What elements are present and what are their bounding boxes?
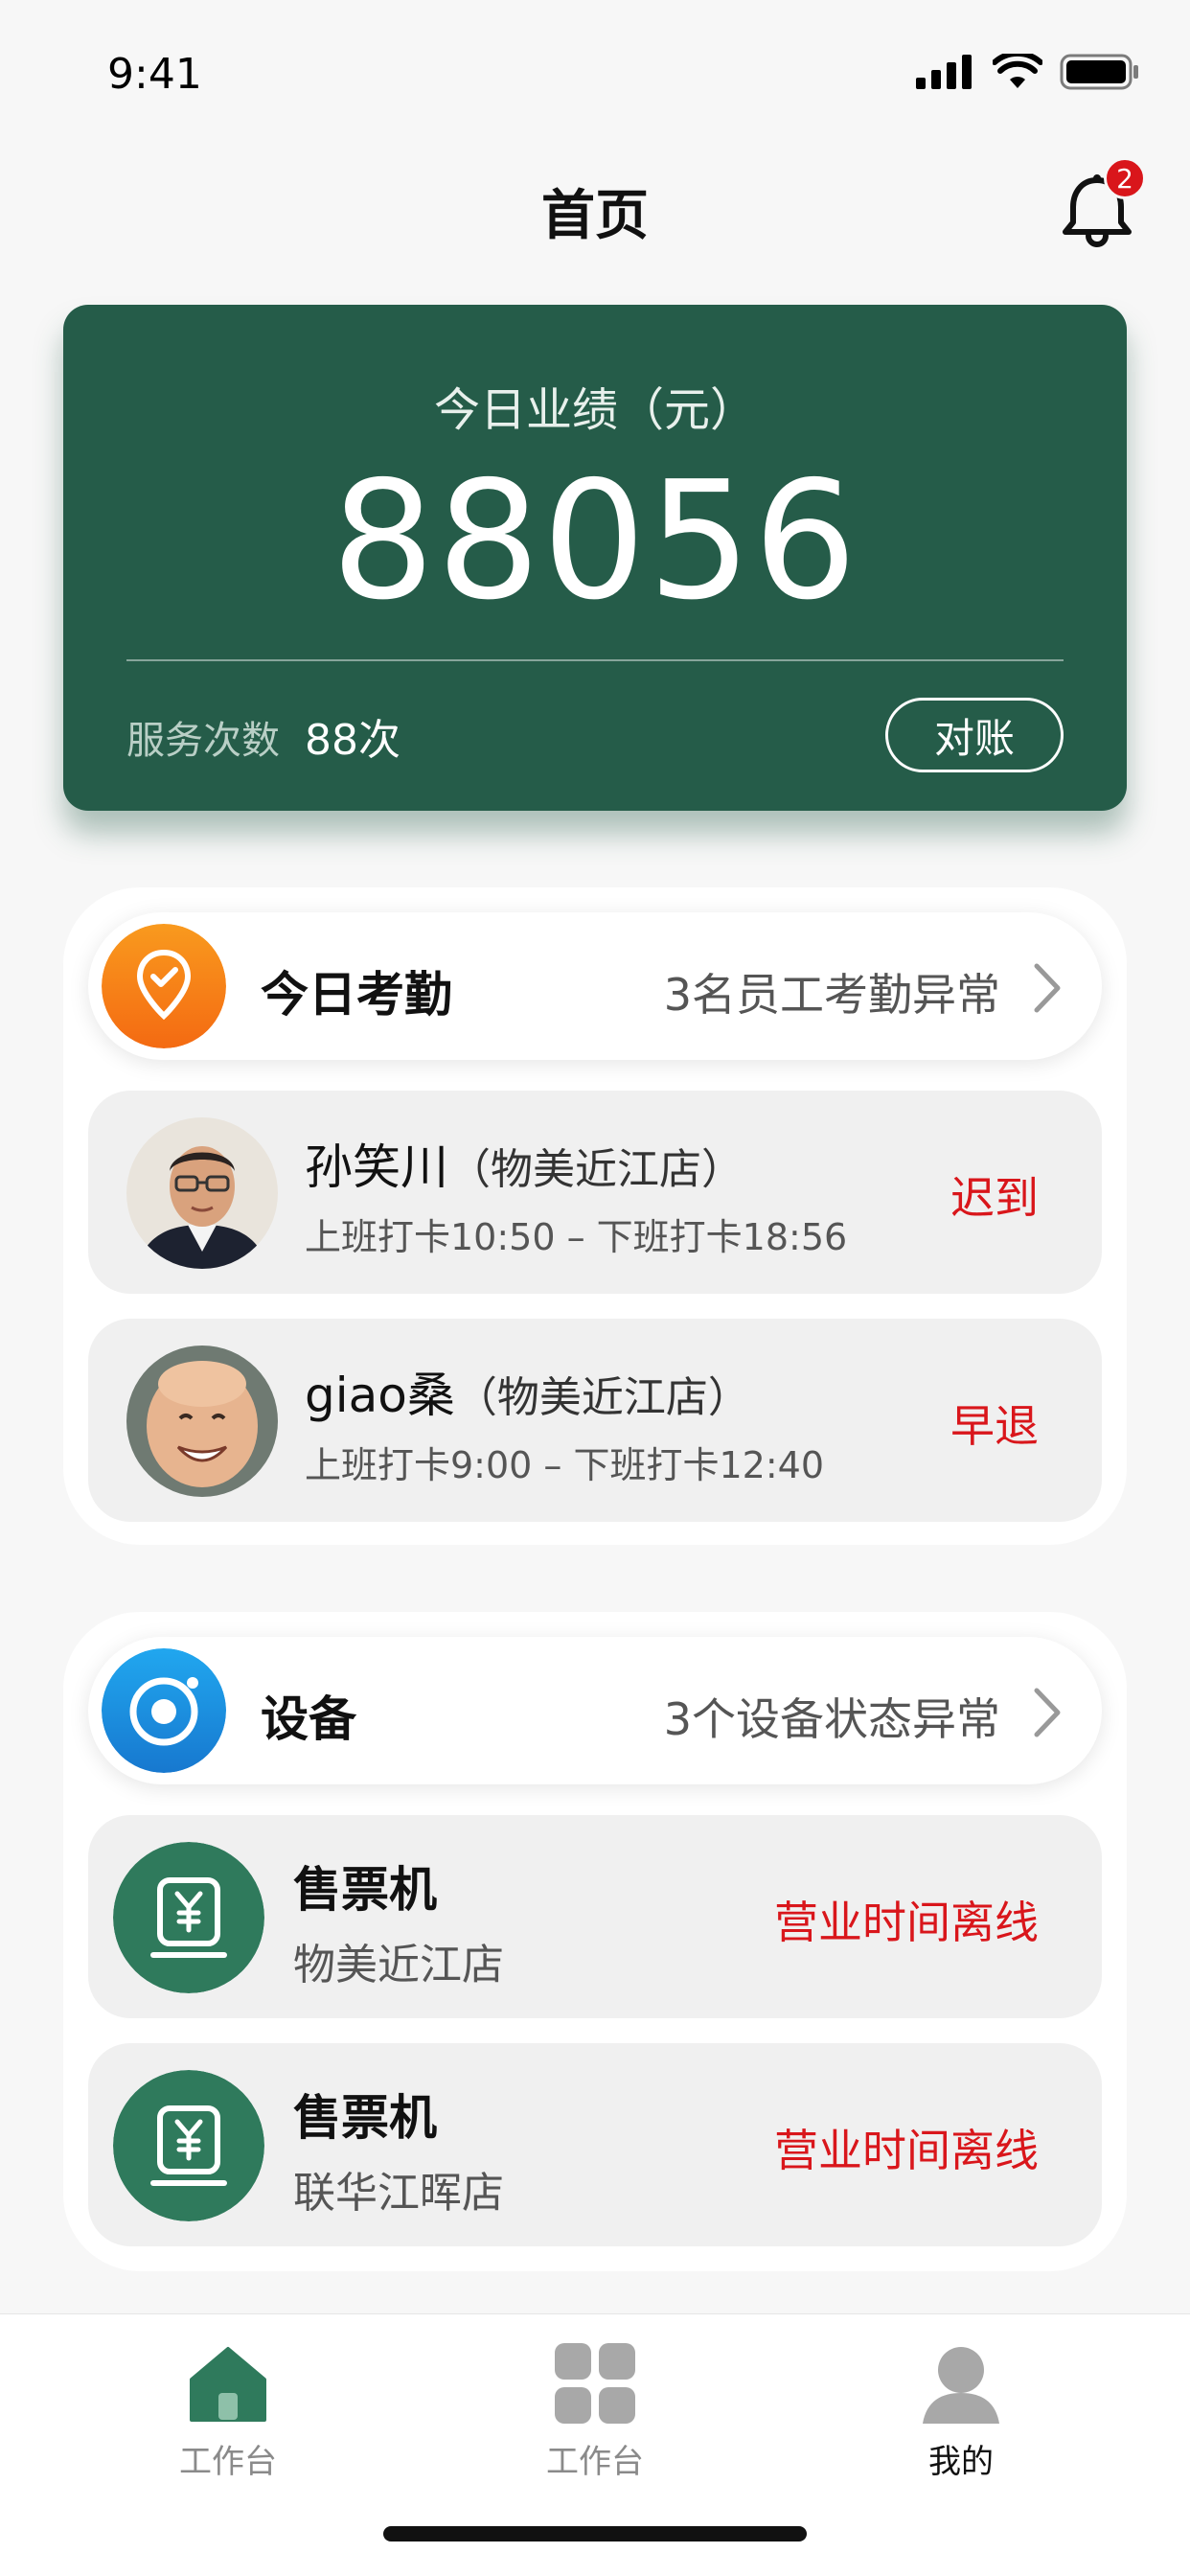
chevron-right-icon: [1034, 1688, 1061, 1737]
ticket-machine-icon: [113, 1842, 264, 1993]
device-store: 联华江晖店: [293, 2169, 504, 2218]
device-status: 营业时间离线: [774, 2125, 1039, 2176]
attendance-section: 今日考勤 3名员工考勤异常 孙笑川（物美近江店） 上班打卡10:50 – 下班打…: [63, 887, 1127, 1545]
person-icon: [923, 2347, 999, 2424]
attendance-status: 早退: [950, 1400, 1039, 1452]
avatar: [126, 1117, 278, 1269]
punch-time: 上班打卡10:50 – 下班打卡18:56: [305, 1216, 848, 1258]
battery-icon: [1060, 54, 1138, 90]
attendance-title: 今日考勤: [261, 967, 452, 1023]
device-name: 售票机: [293, 1862, 437, 1918]
device-store: 物美近江店: [293, 1941, 504, 1990]
employee-name: giao桑: [305, 1368, 455, 1423]
employee-name: 孙笑川: [305, 1139, 448, 1195]
tab-workbench-grid[interactable]: 工作台: [490, 2334, 700, 2481]
grid-icon: [555, 2343, 635, 2424]
tab-label: 我的: [928, 2443, 994, 2481]
attendance-summary: 3名员工考勤异常: [663, 969, 1000, 1021]
tab-label: 工作台: [546, 2443, 644, 2481]
home-icon: [190, 2347, 266, 2422]
device-status: 营业时间离线: [774, 1897, 1039, 1948]
service-count-value: 88次: [305, 716, 400, 765]
attendance-row[interactable]: giao桑（物美近江店） 上班打卡9:00 – 下班打卡12:40 早退: [88, 1319, 1102, 1522]
app-screen: 9:41 首页 2 今日业绩（元） 88056 服务次数 88次 对账 今日考勤…: [0, 0, 1190, 2576]
home-indicator: [383, 2526, 807, 2542]
avatar: [126, 1346, 278, 1497]
status-time: 9:41: [107, 50, 202, 99]
tab-workbench-home[interactable]: 工作台: [123, 2334, 333, 2481]
signal-icon: [916, 55, 972, 89]
attendance-row[interactable]: 孙笑川（物美近江店） 上班打卡10:50 – 下班打卡18:56 迟到: [88, 1091, 1102, 1294]
employee-name-line: 孙笑川（物美近江店）: [305, 1129, 744, 1198]
employee-name-line: giao桑（物美近江店）: [305, 1357, 750, 1426]
device-row[interactable]: 售票机 联华江晖店 营业时间离线: [88, 2043, 1102, 2246]
ticket-machine-icon: [113, 2070, 264, 2221]
devices-section: 设备 3个设备状态异常 售票机 物美近江店 营业时间离线 售票机 联华江晖店 营…: [63, 1612, 1127, 2271]
performance-card: 今日业绩（元） 88056 服务次数 88次 对账: [63, 305, 1127, 811]
status-icons: [916, 54, 1140, 90]
status-bar: 9:41: [0, 0, 1190, 144]
tab-mine[interactable]: 我的: [856, 2334, 1066, 2481]
punch-time: 上班打卡9:00 – 下班打卡12:40: [305, 1444, 825, 1486]
wifi-icon: [993, 54, 1042, 88]
employee-store: （物美近江店）: [448, 1145, 744, 1194]
service-count-label: 服务次数: [126, 719, 280, 763]
performance-divider: [126, 659, 1064, 661]
device-name: 售票机: [293, 2090, 437, 2146]
devices-title: 设备: [261, 1691, 356, 1747]
location-check-icon: [102, 924, 226, 1048]
devices-summary: 3个设备状态异常: [663, 1693, 1000, 1745]
attendance-status: 迟到: [950, 1172, 1039, 1224]
employee-store: （物美近江店）: [454, 1373, 750, 1422]
tab-label: 工作台: [179, 2443, 277, 2481]
device-row[interactable]: 售票机 物美近江店 营业时间离线: [88, 1815, 1102, 2018]
page-title: 首页: [541, 185, 649, 247]
reconcile-button[interactable]: 对账: [885, 698, 1064, 772]
chevron-right-icon: [1034, 963, 1061, 1013]
camera-device-icon: [102, 1648, 226, 1773]
devices-header[interactable]: 设备 3个设备状态异常: [88, 1637, 1102, 1784]
performance-label: 今日业绩（元）: [433, 383, 756, 437]
notification-badge: 2: [1104, 157, 1146, 199]
attendance-header[interactable]: 今日考勤 3名员工考勤异常: [88, 912, 1102, 1060]
performance-value: 88056: [331, 447, 859, 636]
